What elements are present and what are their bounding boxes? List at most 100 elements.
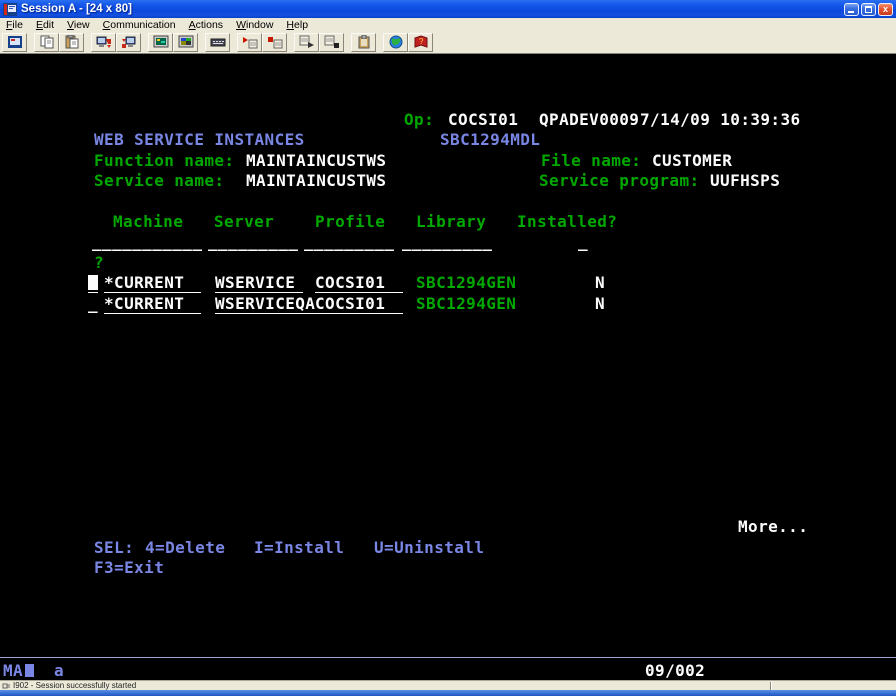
column-underline: _________ [402,232,493,251]
col-header-library: Library [416,212,487,231]
menu-item-help[interactable]: Help [286,19,308,31]
session-datetime: 7/14/09 10:39:36 [640,110,801,129]
menu-item-view[interactable]: View [67,19,90,31]
display-setup-button[interactable] [148,32,173,52]
receive-file-button[interactable] [116,32,141,52]
window-title: Session A - [24 x 80] [21,3,132,15]
copy-icon [40,35,53,49]
selection-field-underline[interactable] [88,292,98,293]
clipboard-icon [358,35,369,49]
menu-item-file[interactable]: File [6,19,23,31]
oia-system-indicator: MA [3,661,24,680]
profile-field[interactable]: COCSI01 [315,295,403,314]
clipboard-button[interactable] [351,32,376,52]
color-setup-icon [178,35,193,48]
keyboard-setup-icon [210,38,225,47]
menu-item-communication[interactable]: Communication [103,19,176,31]
keyboard-setup-button[interactable] [205,32,230,52]
col-header-installed: Installed? [517,212,618,231]
sel-option-install: I=Install [254,538,345,557]
toolbar: ? [0,31,896,54]
close-icon: x [882,3,888,14]
help-button[interactable]: ? [408,32,433,52]
stop-macro-button[interactable] [262,32,287,52]
terminal-screen[interactable]: Op: COCSI01 QPADEV0009 7/14/09 10:39:36 … [0,54,896,680]
oia-keyboard-state: a [54,661,65,680]
step-macro-button[interactable] [319,32,344,52]
prompt-mark: ? [94,253,105,272]
minimize-icon [848,10,854,13]
record-macro-button[interactable] [237,32,262,52]
close-button[interactable]: x [878,2,893,16]
file-name-value: CUSTOMER [652,151,733,170]
play-macro-icon [299,35,314,48]
menu-item-actions[interactable]: Actions [189,19,223,31]
column-underline: _________ [208,232,299,251]
installed-value: N [595,273,606,292]
new-session-button[interactable] [2,32,27,52]
step-macro-icon [324,35,339,48]
profile-field[interactable]: COCSI01 [315,274,403,293]
text-cursor [88,275,98,290]
minimize-button[interactable] [844,2,859,16]
restore-icon [865,5,872,13]
library-value: SBC1294GEN [416,273,517,292]
menu-item-edit[interactable]: Edit [36,19,54,31]
copy-button[interactable] [34,32,59,52]
col-header-server: Server [214,212,275,231]
status-bar: I902 - Session successfully started [0,680,896,690]
col-header-machine: Machine [113,212,184,231]
fkey-exit: F3=Exit [94,558,165,577]
server-field[interactable]: WSERVICEQA [215,295,315,314]
machine-field[interactable]: *CURRENT [104,274,201,293]
more-indicator: More... [738,517,809,536]
machine-field[interactable]: *CURRENT [104,295,201,314]
function-name-label: Function name: [94,151,235,170]
oia-cursor-position: 09/002 [645,661,706,680]
receive-file-icon [121,36,135,48]
service-program-label: Service program: [539,171,700,190]
column-underline: _ [578,232,589,251]
server-field[interactable]: WSERVICE [215,274,303,293]
selection-field[interactable]: _ [88,295,98,313]
application-icon [3,2,17,16]
service-name-label: Service name: [94,171,225,190]
send-file-button[interactable] [91,32,116,52]
file-name-label: File name: [541,151,642,170]
play-macro-button[interactable] [294,32,319,52]
model-name: SBC1294MDL [440,130,541,149]
col-header-profile: Profile [315,212,386,231]
sel-option-delete: 4=Delete [145,538,226,557]
record-macro-icon [242,37,257,49]
title-bar: Session A - [24 x 80] x [0,0,896,18]
restore-button[interactable] [861,2,876,16]
oia-separator [0,657,896,658]
menu-bar: File Edit View Communication Actions Win… [0,18,896,31]
svg-text:?: ? [419,37,424,46]
function-name-value: MAINTAINCUSTWS [246,151,387,170]
application-window: Session A - [24 x 80] x File Edit View C… [0,0,896,696]
web-browser-button[interactable] [383,32,408,52]
new-session-icon [7,36,22,48]
display-setup-icon [153,35,168,48]
status-message: I902 - Session successfully started [13,681,137,690]
op-label: Op: [404,110,435,129]
sel-option-uninstall: U=Uninstall [374,538,485,557]
menu-item-window[interactable]: Window [236,19,273,31]
oia-block-icon [25,664,34,677]
service-name-value: MAINTAINCUSTWS [246,171,387,190]
paste-icon [65,35,78,49]
service-program-value: UUFHSPS [710,171,781,190]
help-icon: ? [414,35,427,48]
op-value: COCSI01 [448,110,519,129]
column-underline: ___________ [92,232,203,251]
connection-status-icon [2,683,10,688]
paste-button[interactable] [59,32,84,52]
status-bar-divider [770,681,772,690]
sel-label: SEL: [94,538,135,557]
column-underline: _________ [304,232,395,251]
color-setup-button[interactable] [173,32,198,52]
send-file-icon [96,36,111,48]
globe-icon [389,35,402,49]
library-value: SBC1294GEN [416,294,517,313]
